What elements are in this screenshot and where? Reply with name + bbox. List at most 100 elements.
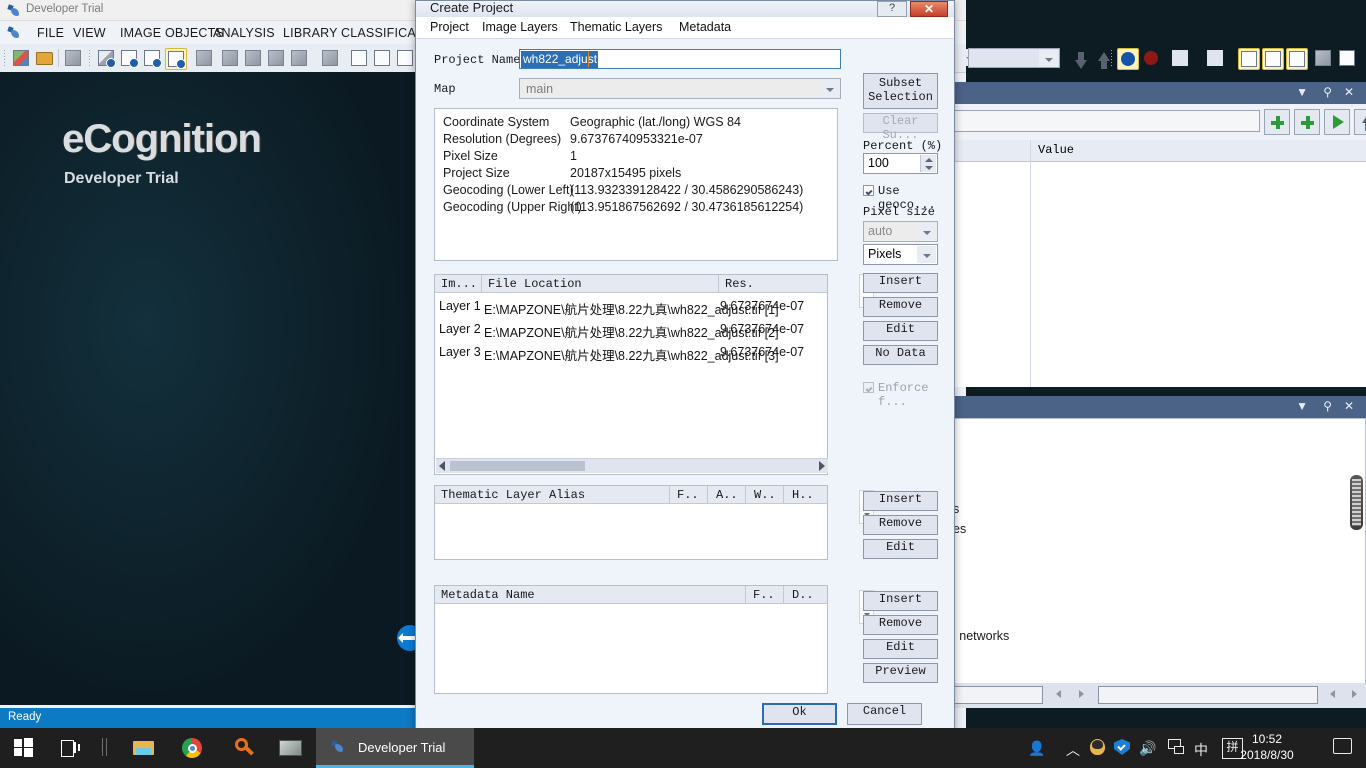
mapzone-app-button[interactable]	[279, 738, 303, 758]
mixed-view-button[interactable]	[349, 48, 369, 68]
level-1-button[interactable]	[96, 48, 116, 68]
metadata-insert-button[interactable]: Insert	[863, 591, 938, 611]
toolbar-grip-3[interactable]	[1110, 49, 1114, 67]
th-divider-4[interactable]	[783, 486, 784, 503]
bottom-field-1[interactable]	[950, 686, 1043, 704]
open-project-button[interactable]	[34, 48, 54, 68]
header-divider-2[interactable]	[718, 275, 719, 292]
level-2-button[interactable]	[119, 48, 139, 68]
hscrollbar-thumb[interactable]	[450, 461, 585, 471]
scroll-left-icon[interactable]	[439, 461, 445, 471]
layer-view-1-button[interactable]	[220, 48, 240, 68]
menu-file[interactable]: FILE	[34, 25, 67, 41]
md-divider-2[interactable]	[783, 586, 784, 603]
panel2-pin-icon[interactable]: ⚲	[1323, 399, 1332, 413]
th-divider-1[interactable]	[669, 486, 670, 503]
process-tree-body[interactable]: s es l networks	[950, 418, 1366, 686]
save-project-button[interactable]	[63, 48, 83, 68]
map-select[interactable]: main	[519, 78, 841, 99]
pixel-size-select[interactable]: auto	[863, 221, 938, 242]
close-button[interactable]: ✕	[910, 1, 948, 17]
taskbar-item-developer-trial[interactable]: Developer Trial	[316, 728, 474, 768]
dialog-menu-image-layers[interactable]: Image Layers	[482, 20, 558, 34]
transparency-view-button[interactable]	[395, 48, 415, 68]
th-divider-2[interactable]	[707, 486, 708, 503]
percent-stepper[interactable]	[920, 155, 936, 172]
menu-view[interactable]: VIEW	[70, 25, 109, 41]
show-hidden-icons-chevron-up-icon[interactable]: ︿	[1066, 740, 1080, 760]
eye-view-button[interactable]	[194, 48, 214, 68]
process-combo[interactable]	[968, 48, 1060, 68]
process-tree-button[interactable]	[1262, 48, 1284, 70]
info-red-button[interactable]	[1141, 48, 1161, 68]
ok-button[interactable]: Ok	[762, 703, 837, 725]
panel-close-icon[interactable]: ✕	[1344, 85, 1354, 99]
bottom-scroll-left-icon[interactable]	[1056, 690, 1061, 698]
help-button[interactable]: ?	[877, 1, 907, 17]
thematic-edit-button[interactable]: Edit	[863, 539, 938, 559]
feature-view-button[interactable]	[1286, 48, 1308, 70]
search-magnifier-icon[interactable]	[234, 738, 254, 758]
add-feature-button[interactable]	[1264, 109, 1290, 135]
task-view-button[interactable]	[61, 738, 81, 758]
dialog-menu-thematic-layers[interactable]: Thematic Layers	[570, 20, 662, 34]
layer-view-3-button[interactable]	[266, 48, 286, 68]
menu-analysis[interactable]: ANALYSIS	[210, 25, 278, 41]
metadata-edit-button[interactable]: Edit	[863, 639, 938, 659]
level-4-button[interactable]	[165, 48, 187, 70]
outline-view-button[interactable]	[372, 48, 392, 68]
volume-icon[interactable]: 🔊	[1139, 740, 1156, 757]
image-layers-list[interactable]: Im... File Location Res. Layer 1 E:\MAPZ…	[434, 274, 828, 475]
toolbar-grip[interactable]	[3, 49, 7, 67]
pixel-size-chevron-down-icon[interactable]	[917, 223, 936, 240]
percent-input[interactable]: 100	[863, 153, 938, 174]
panel-menu-chevron-icon[interactable]: ▼	[1296, 85, 1308, 99]
bottom-scroll-right-2-icon[interactable]	[1352, 690, 1357, 698]
redo-button[interactable]	[1205, 48, 1225, 68]
thematic-insert-button[interactable]: Insert	[863, 491, 938, 511]
metadata-list[interactable]: Metadata Name F.. D..	[434, 585, 828, 694]
image-layers-remove-button[interactable]: Remove	[863, 297, 938, 317]
bottom-field-2[interactable]	[1098, 686, 1318, 704]
class-hierarchy-button[interactable]	[1238, 48, 1260, 70]
layer-view-4-button[interactable]	[289, 48, 309, 68]
thematic-remove-button[interactable]: Remove	[863, 515, 938, 535]
bottom-scroll-right-icon[interactable]	[1079, 690, 1084, 698]
panel2-close-icon[interactable]: ✕	[1344, 399, 1354, 413]
undo-button[interactable]	[1170, 48, 1190, 68]
image-layers-hscrollbar[interactable]	[436, 458, 828, 473]
metadata-remove-button[interactable]: Remove	[863, 615, 938, 635]
scroll-right-icon[interactable]	[819, 461, 825, 471]
bottom-scroll-left-2-icon[interactable]	[1330, 690, 1335, 698]
image-layers-insert-button[interactable]: Insert	[863, 273, 938, 293]
measure-button[interactable]	[1337, 48, 1357, 68]
layer-view-2-button[interactable]	[243, 48, 263, 68]
action-center-icon[interactable]	[1333, 738, 1352, 754]
panel-pin-icon[interactable]: ⚲	[1323, 85, 1332, 99]
file-explorer-button[interactable]	[133, 738, 154, 758]
clock-time[interactable]: 10:52	[1224, 732, 1310, 746]
thematic-layers-list[interactable]: Thematic Layer Alias F.. A.. W.. H..	[434, 485, 828, 560]
image-layers-no-data-button[interactable]: No Data	[863, 345, 938, 365]
add-feature-alt-button[interactable]	[1294, 109, 1320, 135]
use-geocoding-checkbox[interactable]	[863, 185, 874, 196]
ime-language-icon[interactable]: 中	[1194, 740, 1208, 760]
move-up-button[interactable]	[1091, 48, 1111, 69]
pixel-unit-chevron-down-icon[interactable]	[917, 246, 936, 263]
toolbar-grip-2[interactable]	[88, 49, 92, 67]
panel2-scrollbar-thumb[interactable]	[1350, 475, 1363, 530]
subset-selection-button[interactable]: Subset Selection	[863, 73, 938, 109]
menu-library[interactable]: LIBRARY	[280, 25, 341, 41]
move-up-button-panel[interactable]	[1354, 109, 1366, 135]
panel2-menu-chevron-icon[interactable]: ▼	[1296, 399, 1308, 413]
header-divider-1[interactable]	[481, 275, 482, 292]
pixel-unit-select[interactable]: Pixels	[863, 244, 938, 265]
info-blue-button[interactable]	[1117, 48, 1139, 70]
feature-search-input[interactable]	[950, 110, 1260, 132]
th-divider-3[interactable]	[745, 486, 746, 503]
project-name-input[interactable]: wh822_adjust	[519, 49, 841, 69]
cancel-button[interactable]: Cancel	[847, 703, 922, 725]
level-3-button[interactable]	[142, 48, 162, 68]
metadata-preview-button[interactable]: Preview	[863, 663, 938, 683]
chrome-button[interactable]	[182, 738, 202, 758]
